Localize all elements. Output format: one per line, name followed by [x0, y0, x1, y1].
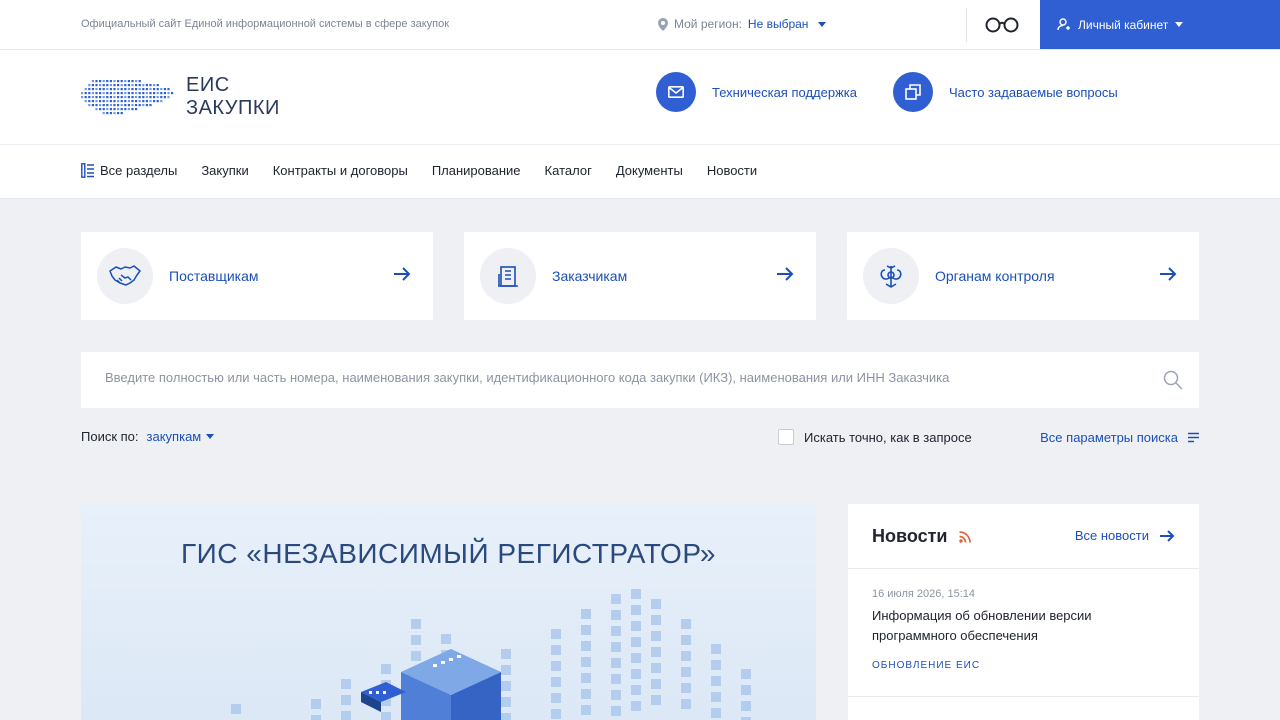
news-item[interactable]: 16 июля 2026, 15:14 Информация об обновл…	[872, 588, 1172, 671]
cabinet-label: Личный кабинет	[1078, 17, 1169, 32]
logo-text[interactable]: ЕИС ЗАКУПКИ	[186, 74, 280, 120]
search-box	[81, 352, 1199, 408]
handshake-icon	[97, 248, 153, 304]
search-by: Поиск по: закупкам	[81, 429, 215, 444]
exact-search-option[interactable]: Искать точно, как в запросе	[778, 429, 972, 445]
faq-link[interactable]: Часто задаваемые вопросы	[893, 72, 1118, 112]
all-search-params-link[interactable]: Все параметры поиска	[1040, 430, 1199, 445]
nav-item-contracts[interactable]: Контракты и договоры	[273, 163, 408, 178]
sections-list-icon	[81, 163, 94, 178]
top-bar: Официальный сайт Единой информационной с…	[0, 0, 1280, 50]
logo-line2: ЗАКУПКИ	[186, 97, 280, 119]
all-news-label: Все новости	[1074, 528, 1149, 543]
nav-item-catalog[interactable]: Каталог	[545, 163, 592, 178]
search-input[interactable]	[105, 370, 1145, 385]
logo-line1: ЕИС	[186, 74, 230, 96]
envelope-icon	[656, 72, 696, 112]
user-icon	[1057, 18, 1070, 31]
region-label: Мой регион:	[674, 17, 742, 31]
faq-icon	[893, 72, 933, 112]
nav-all-sections[interactable]: Все разделы	[81, 163, 177, 178]
promo-banner[interactable]: ГИС «НЕЗАВИСИМЫЙ РЕГИСТРАТОР»	[81, 504, 816, 720]
faq-label: Часто задаваемые вопросы	[949, 84, 1118, 100]
exact-search-label: Искать точно, как в запросе	[804, 429, 972, 445]
all-params-label: Все параметры поиска	[1040, 430, 1178, 445]
suppliers-label: Поставщикам	[169, 268, 259, 284]
chevron-down-icon	[1175, 22, 1184, 27]
control-bodies-label: Органам контроля	[935, 268, 1055, 284]
news-header: Новости Все новости	[848, 504, 1199, 569]
search-icon[interactable]	[1163, 370, 1183, 390]
location-pin-icon	[658, 17, 668, 31]
news-text[interactable]: Информация об обновлении версии программ…	[872, 606, 1172, 646]
arrow-right-icon	[1160, 529, 1175, 542]
site-title: Официальный сайт Единой информационной с…	[81, 18, 450, 30]
divider	[848, 696, 1199, 697]
support-link[interactable]: Техническая поддержка	[656, 72, 857, 112]
exact-search-checkbox[interactable]	[778, 429, 794, 445]
customers-label: Заказчикам	[552, 268, 628, 284]
arrow-right-icon	[1160, 267, 1177, 281]
nav-all-sections-label: Все разделы	[100, 163, 178, 178]
suppliers-card[interactable]: Поставщикам	[81, 232, 433, 320]
arrow-right-icon	[777, 267, 794, 281]
emblem-icon	[863, 248, 919, 304]
support-label: Техническая поддержка	[712, 84, 857, 100]
news-title: Новости	[872, 526, 972, 547]
arrow-right-icon	[394, 267, 411, 281]
main-nav: Все разделы Закупки Контракты и договоры…	[0, 145, 1280, 199]
header: ЕИС ЗАКУПКИ Техническая поддержка Часто …	[0, 50, 1280, 145]
rss-icon[interactable]	[959, 530, 972, 543]
nav-item-purchases[interactable]: Закупки	[201, 163, 248, 178]
chevron-down-icon	[818, 21, 827, 27]
filter-lines-icon	[1188, 432, 1199, 443]
personal-cabinet-button[interactable]: Личный кабинет	[1040, 0, 1280, 49]
search-by-select[interactable]: закупкам	[147, 429, 215, 444]
control-bodies-card[interactable]: Органам контроля	[847, 232, 1199, 320]
divider	[966, 8, 967, 42]
banner-illustration	[231, 589, 751, 720]
news-title-label: Новости	[872, 526, 948, 546]
news-panel: Новости Все новости 16 июля 2026, 15:14 …	[848, 504, 1199, 720]
nav-item-planning[interactable]: Планирование	[432, 163, 521, 178]
nav-item-documents[interactable]: Документы	[616, 163, 683, 178]
news-date: 16 июля 2026, 15:14	[872, 588, 975, 600]
search-options: Поиск по: закупкам Искать точно, как в з…	[81, 429, 1199, 449]
region-selector[interactable]: Мой регион: Не выбран	[658, 17, 827, 31]
chevron-down-icon	[206, 434, 215, 439]
all-news-link[interactable]: Все новости	[1075, 528, 1175, 543]
glasses-icon[interactable]	[985, 16, 1019, 34]
search-by-value: закупкам	[146, 429, 202, 444]
search-by-label: Поиск по:	[81, 429, 139, 444]
banner-title: ГИС «НЕЗАВИСИМЫЙ РЕГИСТРАТОР»	[180, 538, 716, 569]
news-tag[interactable]: ОБНОВЛЕНИЕ ЕИС	[872, 660, 1172, 671]
nav-item-news[interactable]: Новости	[707, 163, 757, 178]
region-value[interactable]: Не выбран	[748, 17, 809, 31]
building-icon	[480, 248, 536, 304]
customers-card[interactable]: Заказчикам	[464, 232, 816, 320]
